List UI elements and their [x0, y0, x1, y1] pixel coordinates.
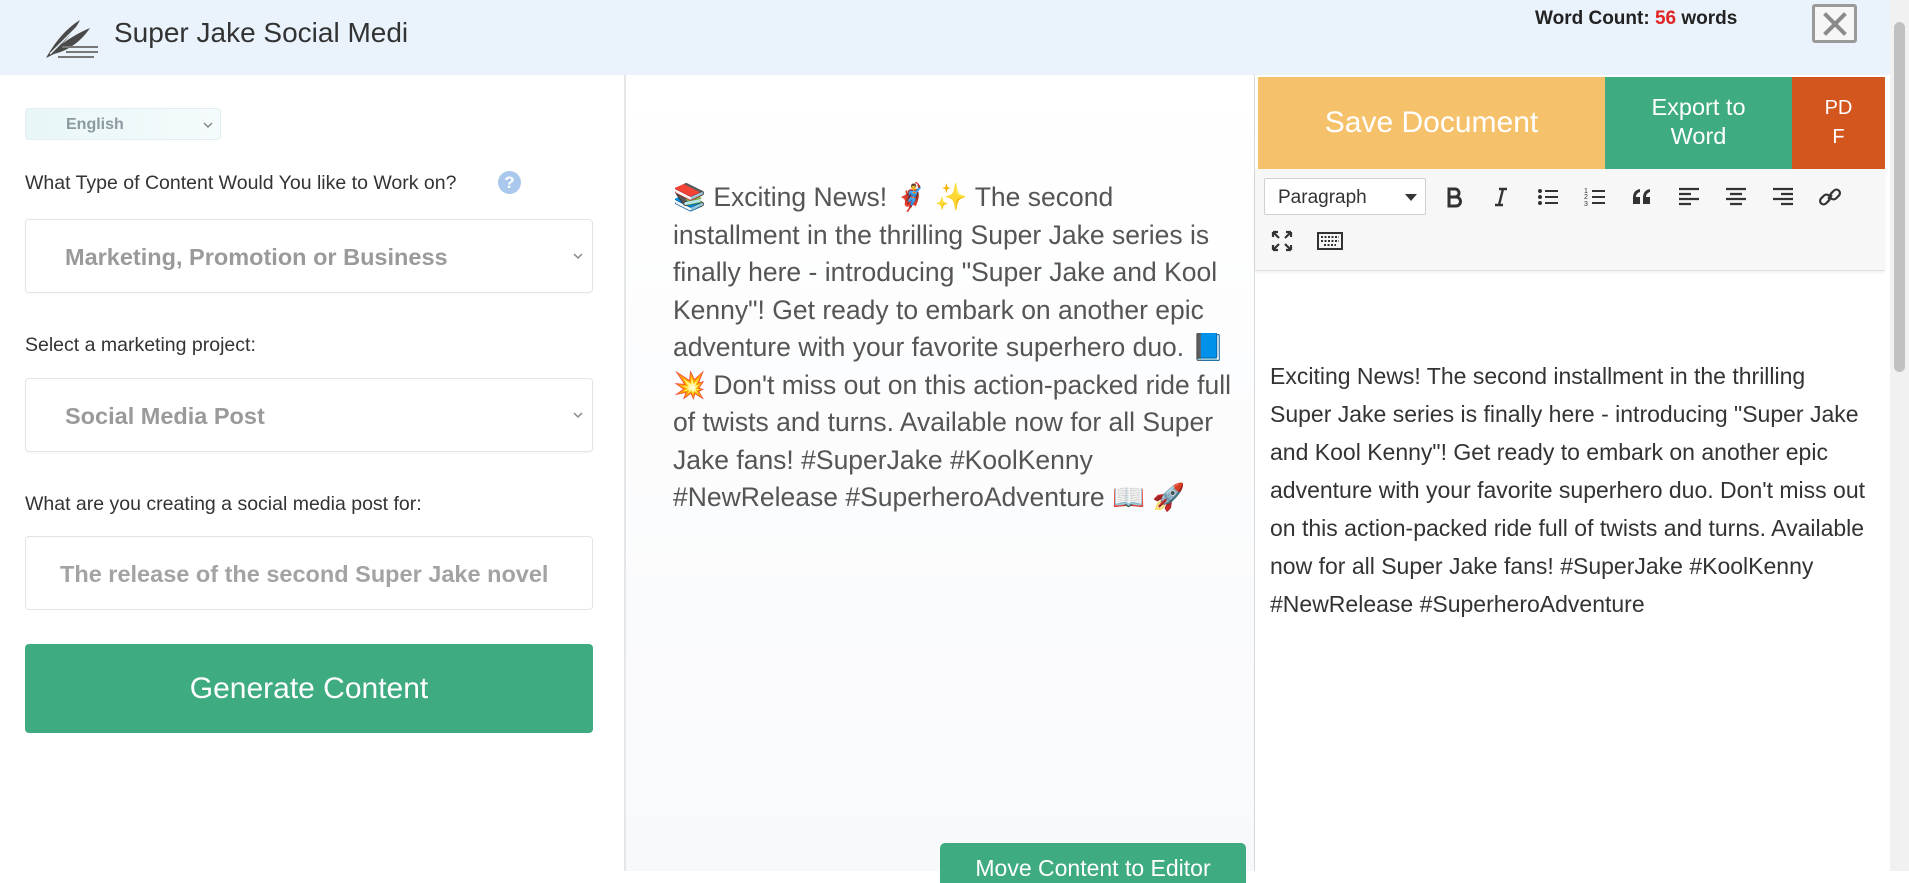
- chevron-down-icon: [203, 122, 213, 129]
- purpose-label: What are you creating a social media pos…: [25, 493, 422, 515]
- bold-button[interactable]: [1436, 179, 1472, 215]
- bullet-list-button[interactable]: [1530, 179, 1566, 215]
- align-center-icon: [1726, 187, 1746, 206]
- help-icon[interactable]: ?: [498, 171, 521, 194]
- svg-text:2: 2: [1584, 194, 1588, 201]
- generated-content-panel: 📚 Exciting News! 🦸‍♂️ ✨ The second insta…: [624, 75, 1254, 883]
- language-value: English: [66, 116, 124, 133]
- svg-text:3: 3: [1584, 201, 1588, 208]
- project-label: Select a marketing project:: [25, 334, 256, 356]
- blockquote-icon: [1633, 189, 1650, 204]
- numbered-list-icon: 123: [1584, 188, 1605, 208]
- caret-down-icon: [1405, 194, 1417, 201]
- word-count: Word Count: 56 words: [1535, 8, 1737, 30]
- content-options-panel: English What Type of Content Would You l…: [0, 75, 624, 871]
- page-scrollbar[interactable]: [1890, 0, 1909, 871]
- save-document-button[interactable]: Save Document: [1258, 77, 1605, 169]
- align-right-button[interactable]: [1765, 179, 1801, 215]
- word-count-value: 56: [1654, 8, 1677, 29]
- purpose-value: The release of the second Super Jake nov…: [60, 561, 549, 587]
- project-value: Social Media Post: [65, 403, 265, 429]
- block-format-select[interactable]: Paragraph: [1264, 178, 1426, 215]
- content-type-select[interactable]: Marketing, Promotion or Business: [25, 219, 593, 293]
- align-center-button[interactable]: [1718, 179, 1754, 215]
- content-type-value: Marketing, Promotion or Business: [65, 244, 448, 270]
- blockquote-button[interactable]: [1624, 179, 1660, 215]
- chevron-down-icon: [573, 412, 583, 419]
- word-count-unit: words: [1681, 8, 1738, 29]
- quill-logo-icon: [46, 20, 98, 58]
- content-type-label: What Type of Content Would You like to W…: [25, 172, 457, 194]
- italic-button[interactable]: [1483, 179, 1519, 215]
- editor-toolbar: Paragraph 123: [1255, 169, 1885, 271]
- project-select[interactable]: Social Media Post: [25, 378, 593, 452]
- numbered-list-button[interactable]: 123: [1577, 179, 1613, 215]
- close-icon: [1823, 12, 1847, 36]
- block-format-value: Paragraph: [1278, 187, 1367, 208]
- align-right-icon: [1773, 187, 1793, 206]
- export-pdf-label: PDF: [1824, 97, 1853, 148]
- close-button[interactable]: [1812, 4, 1857, 43]
- bullet-list-icon: [1538, 189, 1558, 205]
- export-word-label: Export to Word: [1651, 94, 1746, 149]
- fullscreen-icon: [1271, 230, 1293, 252]
- fullscreen-button[interactable]: [1264, 223, 1300, 259]
- export-pdf-button[interactable]: PDF: [1792, 77, 1885, 169]
- generate-content-button[interactable]: Generate Content: [25, 644, 593, 733]
- purpose-input[interactable]: The release of the second Super Jake nov…: [25, 536, 593, 610]
- align-left-icon: [1679, 187, 1699, 206]
- editor-content[interactable]: Exciting News! The second installment in…: [1270, 357, 1870, 623]
- app-header: Super Jake Social Medi Word Count: 56 wo…: [0, 0, 1890, 75]
- editor-panel: Save Document Export to Word PDF Paragra…: [1254, 75, 1890, 871]
- app-title: Super Jake Social Medi: [114, 17, 409, 48]
- generated-text: 📚 Exciting News! 🦸‍♂️ ✨ The second insta…: [673, 182, 1232, 512]
- link-button[interactable]: [1812, 179, 1848, 215]
- bold-icon: [1447, 187, 1462, 208]
- move-content-button[interactable]: Move Content to Editor: [940, 843, 1246, 883]
- chevron-down-icon: [573, 253, 583, 260]
- language-select[interactable]: English: [25, 108, 221, 140]
- scrollbar-thumb[interactable]: [1894, 22, 1905, 372]
- word-count-label: Word Count:: [1535, 8, 1650, 29]
- link-icon: [1818, 188, 1842, 206]
- keyboard-icon: [1317, 232, 1343, 250]
- export-word-button[interactable]: Export to Word: [1605, 77, 1792, 169]
- italic-icon: [1495, 187, 1507, 207]
- keyboard-button[interactable]: [1311, 223, 1347, 259]
- align-left-button[interactable]: [1671, 179, 1707, 215]
